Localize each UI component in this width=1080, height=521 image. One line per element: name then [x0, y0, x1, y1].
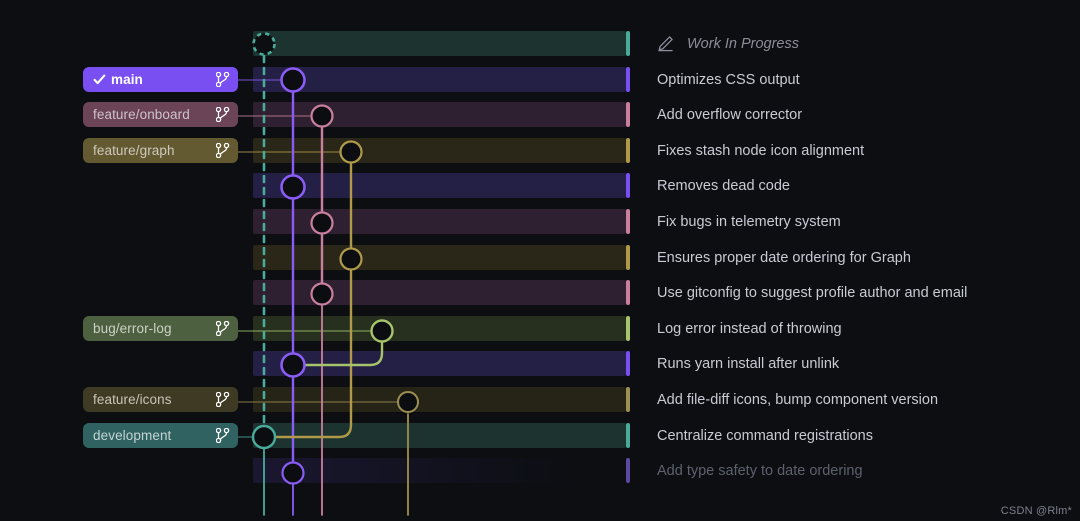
row-band	[253, 458, 626, 483]
check-icon	[93, 73, 106, 86]
git-branch-icon	[216, 428, 230, 443]
commit-message-text: Add type safety to date ordering	[657, 463, 863, 479]
commit-message-row[interactable]: Runs yarn install after unlink	[657, 351, 839, 376]
git-branch-icon	[216, 392, 230, 407]
branch-pill-label: feature/icons	[93, 392, 212, 407]
row-band	[253, 138, 626, 163]
branch-pill-main[interactable]: main	[83, 67, 238, 92]
git-branch-icon	[216, 107, 230, 122]
commit-node	[341, 249, 362, 270]
commit-node	[312, 284, 333, 305]
git-branch-icon	[216, 72, 230, 87]
row-band	[253, 173, 626, 198]
row-accent-bar	[626, 173, 630, 198]
pencil-icon	[657, 35, 674, 52]
row-band	[253, 423, 626, 448]
row-band	[253, 209, 626, 234]
row-band	[253, 31, 626, 56]
commit-message-row[interactable]: Centralize command registrations	[657, 423, 873, 448]
row-accent-bar	[626, 102, 630, 127]
commit-node	[283, 463, 304, 484]
commit-node	[282, 354, 305, 377]
commit-message-text: Runs yarn install after unlink	[657, 356, 839, 372]
commit-node	[312, 106, 333, 127]
branch-pill-feature-graph[interactable]: feature/graph	[83, 138, 238, 163]
row-accent-bar	[626, 280, 630, 305]
git-graph-view: main feature/onboard feature/graph bug/erro…	[0, 0, 1080, 521]
branch-pill-label: feature/graph	[93, 143, 212, 158]
commit-node	[372, 321, 393, 342]
row-accent-bar	[626, 209, 630, 234]
row-band	[253, 351, 626, 376]
row-accent-bar	[626, 351, 630, 376]
commit-message-row[interactable]: Add type safety to date ordering	[657, 458, 863, 483]
branch-pill-label: feature/onboard	[93, 107, 212, 122]
commit-node	[282, 176, 305, 199]
branch-pill-bug-error-log[interactable]: bug/error-log	[83, 316, 238, 341]
commit-message-row[interactable]: Fix bugs in telemetry system	[657, 209, 841, 234]
row-accent-bar	[626, 245, 630, 270]
git-branch-icon	[216, 143, 230, 158]
commit-message-row[interactable]: Removes dead code	[657, 173, 790, 198]
row-band	[253, 67, 626, 92]
commit-message-text: Add overflow corrector	[657, 107, 802, 123]
branch-pill-feature-onboard[interactable]: feature/onboard	[83, 102, 238, 127]
branch-pill-feature-icons[interactable]: feature/icons	[83, 387, 238, 412]
watermark: CSDN @Rlm*	[1001, 505, 1072, 517]
row-accent-bar	[626, 138, 630, 163]
commit-node	[282, 69, 305, 92]
branch-pill-label: bug/error-log	[93, 321, 212, 336]
commit-message-row[interactable]: Fixes stash node icon alignment	[657, 138, 864, 163]
commit-message-row[interactable]: Add file-diff icons, bump component vers…	[657, 387, 938, 412]
commit-message-text: Fix bugs in telemetry system	[657, 214, 841, 230]
commit-message-row[interactable]: Log error instead of throwing	[657, 316, 842, 341]
commit-message-text: Removes dead code	[657, 178, 790, 194]
row-band	[253, 245, 626, 270]
row-accent-bar	[626, 316, 630, 341]
commit-node	[398, 392, 418, 412]
git-branch-icon	[216, 321, 230, 336]
lane-green-merge	[305, 343, 382, 365]
row-accent-bar	[626, 67, 630, 92]
row-accent-bar	[626, 387, 630, 412]
commit-message-row[interactable]: Use gitconfig to suggest profile author …	[657, 280, 967, 305]
row-band	[253, 102, 626, 127]
commit-message-text: Add file-diff icons, bump component vers…	[657, 392, 938, 408]
branch-pill-label: development	[93, 428, 212, 443]
commit-message-row[interactable]: Add overflow corrector	[657, 102, 802, 127]
commit-message-text: Work In Progress	[687, 36, 799, 52]
row-accent-bar	[626, 458, 630, 483]
commit-node-wip	[254, 34, 275, 55]
commit-message-row[interactable]: Work In Progress	[657, 31, 799, 56]
row-band	[253, 387, 626, 412]
commit-message-text: Optimizes CSS output	[657, 72, 800, 88]
commit-node	[312, 213, 333, 234]
row-accent-bar	[626, 31, 630, 56]
row-band	[253, 280, 626, 305]
commit-message-row[interactable]: Optimizes CSS output	[657, 67, 800, 92]
commit-message-row[interactable]: Ensures proper date ordering for Graph	[657, 245, 911, 270]
branch-pill-development[interactable]: development	[83, 423, 238, 448]
branch-pill-label: main	[111, 72, 212, 87]
commit-message-text: Log error instead of throwing	[657, 321, 842, 337]
commit-message-text: Fixes stash node icon alignment	[657, 143, 864, 159]
lane-olive-merge	[276, 271, 351, 437]
row-band	[253, 316, 626, 341]
commit-message-text: Centralize command registrations	[657, 428, 873, 444]
row-accent-bar	[626, 423, 630, 448]
commit-node	[341, 142, 362, 163]
commit-message-text: Use gitconfig to suggest profile author …	[657, 285, 967, 301]
commit-node	[253, 426, 275, 448]
commit-message-text: Ensures proper date ordering for Graph	[657, 250, 911, 266]
